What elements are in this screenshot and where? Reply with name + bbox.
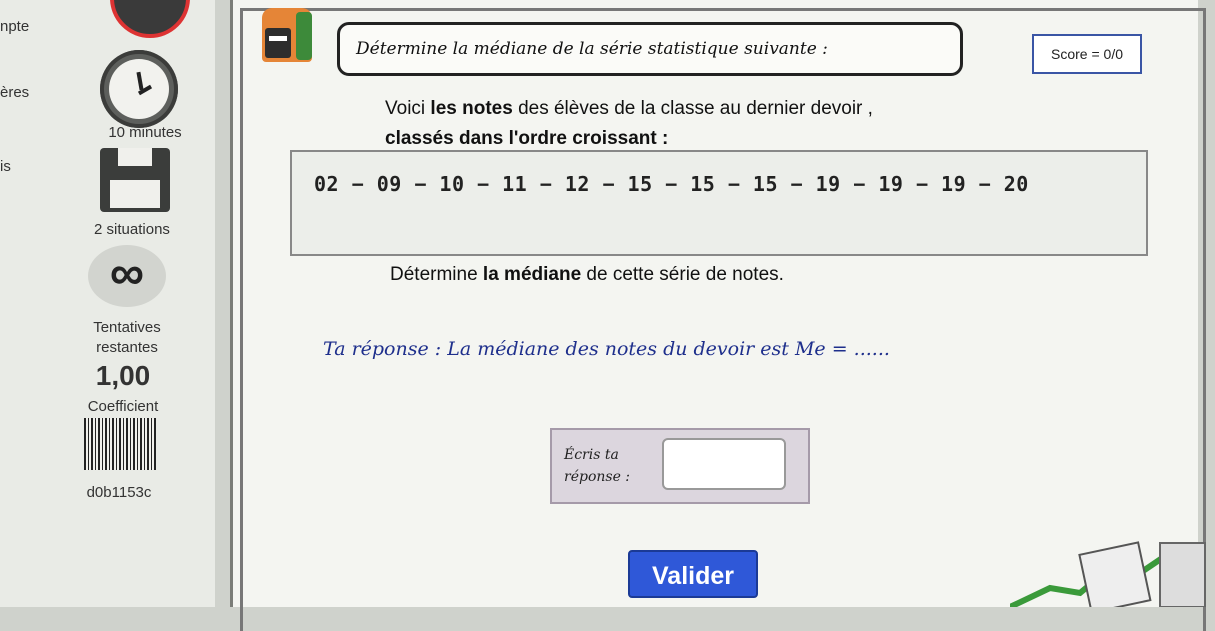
infinity-icon: ∞ <box>88 245 166 307</box>
answer-input-label: Écris ta réponse : <box>564 447 631 485</box>
attempts-label-2: restantes <box>96 339 158 356</box>
backpack-icon <box>262 8 312 62</box>
answer-panel: Écris ta réponse : <box>550 428 810 504</box>
sidebar: npte ères is 10 minutes 2 situations ∞ T… <box>0 0 215 607</box>
score-badge: Score = 0/0 <box>1032 34 1142 74</box>
series-values: 02 − 09 − 10 − 11 − 12 − 15 − 15 − 15 − … <box>314 172 1029 196</box>
submit-button[interactable]: Valider <box>628 550 758 598</box>
answer-template: Ta réponse : La médiane des notes du dev… <box>323 338 890 360</box>
question-bold: la médiane <box>482 264 582 285</box>
sidebar-edge-label: is <box>0 158 11 175</box>
clock-icon <box>100 50 178 128</box>
save-icon[interactable] <box>100 148 170 212</box>
intro-text-2: classés dans l'ordre croissant : <box>385 128 668 150</box>
question-text: Détermine la médiane de cette série de n… <box>390 264 784 286</box>
question-suffix: de cette série de notes. <box>581 264 784 285</box>
intro-suffix: des élèves de la classe au dernier devoi… <box>512 98 873 119</box>
exercise-code: d0b1153c <box>86 484 152 501</box>
instruction-box: Détermine la médiane de la série statist… <box>337 22 963 76</box>
barcode-icon <box>84 418 156 470</box>
intro-text: Voici les notes des élèves de la classe … <box>385 98 873 120</box>
question-prefix: Détermine <box>390 264 483 285</box>
intro-prefix: Voici <box>385 98 431 119</box>
coefficient-value: 1,00 <box>95 360 151 391</box>
intro2-bold: classés dans l'ordre croissant : <box>385 128 669 149</box>
situations-label: 2 situations <box>94 221 170 238</box>
mute-icon[interactable] <box>110 0 190 38</box>
attempts-label: Tentatives <box>93 319 161 336</box>
series-box: 02 − 09 − 10 − 11 − 12 − 15 − 15 − 15 − … <box>290 150 1148 256</box>
sidebar-edge-label: ères <box>0 84 30 101</box>
sidebar-edge-label: npte <box>0 18 30 35</box>
intro-bold: les notes <box>430 98 513 119</box>
instruction-text: Détermine la médiane de la série statist… <box>356 39 828 59</box>
timer-label: 10 minutes <box>108 124 182 141</box>
decorative-graph-icon <box>1010 541 1206 607</box>
coefficient-label: Coefficient <box>87 398 159 415</box>
